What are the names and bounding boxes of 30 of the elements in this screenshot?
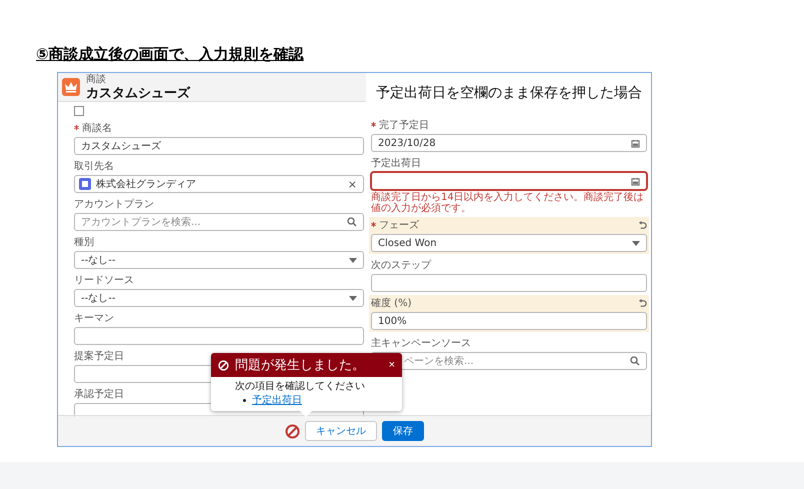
field-label: 種別	[74, 236, 94, 248]
popover-title: 問題が発生しました。	[235, 357, 366, 374]
field-placeholder: アカウントプランを検索...	[81, 216, 202, 229]
field-value: 株式会社グランディア	[96, 178, 197, 191]
field-value: 100%	[378, 316, 408, 326]
field-value: 2023/10/28	[378, 138, 437, 148]
field-value: カスタムシューズ	[81, 140, 162, 153]
field-label: リードソース	[74, 274, 134, 286]
field-label: 予定出荷日	[371, 158, 421, 170]
field-label: 完了予定日	[371, 120, 429, 132]
field-placeholder: ペーンを検索...	[404, 354, 475, 368]
object-label: 商談	[86, 74, 107, 86]
annotation-title: 予定出荷日を空欄のまま保存を押した場合	[375, 84, 643, 103]
record-title: カスタムシューズ	[86, 86, 190, 100]
error-message: 商談完了日から14日以内を入力してください。商談完了後は値の入力が必須です。	[371, 192, 645, 214]
section-heading: ⑤商談成立後の画面で、入力規則を確認	[36, 44, 304, 64]
field-label: 取引先名	[74, 160, 114, 172]
field-value: Closed Won	[378, 238, 438, 248]
field-label: 商談名	[74, 122, 112, 134]
field-value: --なし--	[81, 292, 116, 305]
field-label: 次のステップ	[371, 260, 431, 272]
field-label: 承認予定日	[74, 388, 124, 400]
field-label: 確度 (%)	[371, 298, 412, 310]
popover-message: 次の項目を確認してください	[235, 380, 366, 393]
field-label: キーマン	[74, 312, 114, 324]
field-label: フェーズ	[371, 220, 419, 232]
field-label: アカウントプラン	[74, 198, 154, 210]
field-value: --なし--	[81, 254, 116, 267]
field-label: 提案予定日	[74, 350, 124, 362]
field-label: 主キャンペーンソース	[371, 338, 471, 350]
